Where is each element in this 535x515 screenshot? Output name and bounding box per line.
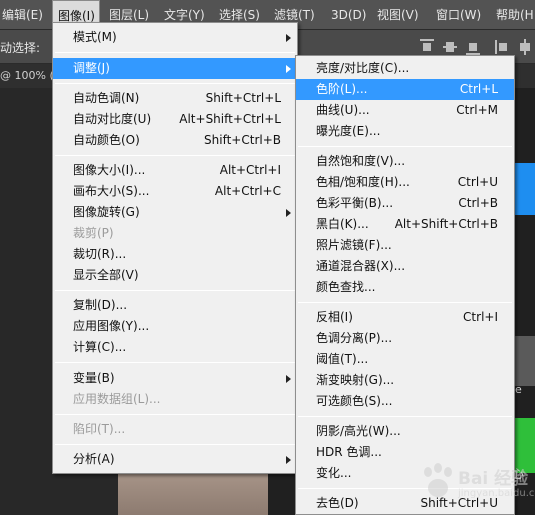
paw-logo-icon: [424, 463, 452, 497]
submenu-arrow-icon: [286, 456, 291, 464]
side-letter: e: [515, 383, 522, 396]
menu-item-hue-saturation[interactable]: 色相/饱和度(H)... Ctrl+U: [296, 172, 514, 193]
menu-item-shadows-highlights[interactable]: 阴影/高光(W)...: [296, 421, 514, 442]
menu-window[interactable]: 窗口(W): [436, 0, 481, 30]
menu-item-trap: 陷印(T)...: [73, 422, 126, 436]
menu-item-color-lookup[interactable]: 颜色查找...: [296, 277, 514, 298]
document-tab[interactable]: @ 100% (: [0, 69, 54, 82]
align-left-icon[interactable]: [495, 39, 509, 55]
menu-item-gradient-map[interactable]: 渐变映射(G)...: [296, 370, 514, 391]
auto-select-label: 动选择:: [0, 41, 41, 55]
menu-item-duplicate[interactable]: 复制(D)...: [53, 295, 297, 316]
menu-item-selective-color[interactable]: 可选颜色(S)...: [296, 391, 514, 412]
submenu-arrow-icon: [286, 375, 291, 383]
menu-item-adjustments[interactable]: 调整(J): [53, 58, 297, 79]
menu-item-channel-mixer[interactable]: 通道混合器(X)...: [296, 256, 514, 277]
image-menu-dropdown: 模式(M) 调整(J) 自动色调(N) Shift+Ctrl+L 自动对比度(U)…: [52, 22, 298, 474]
menu-help[interactable]: 帮助(H: [496, 0, 534, 30]
baidu-watermark: Bai 经验 jingyan.baidu.com: [418, 458, 535, 515]
align-vcenter-icon[interactable]: [443, 39, 457, 55]
menu-item-threshold[interactable]: 阈值(T)...: [296, 349, 514, 370]
menu-item-apply-image[interactable]: 应用图像(Y)...: [53, 316, 297, 337]
menu-item-image-rotation[interactable]: 图像旋转(G): [53, 202, 297, 223]
menu-item-image-size[interactable]: 图像大小(I)... Alt+Ctrl+I: [53, 160, 297, 181]
menu-item-canvas-size[interactable]: 画布大小(S)... Alt+Ctrl+C: [53, 181, 297, 202]
align-hcenter-icon[interactable]: [518, 39, 532, 55]
menu-item-levels[interactable]: 色阶(L)... Ctrl+L: [296, 79, 514, 100]
menu-item-invert[interactable]: 反相(I) Ctrl+I: [296, 307, 514, 328]
menu-item-apply-data-set: 应用数据组(L)...: [73, 392, 161, 406]
menu-item-mode[interactable]: 模式(M): [53, 27, 297, 48]
menu-item-photo-filter[interactable]: 照片滤镜(F)...: [296, 235, 514, 256]
menu-item-analysis[interactable]: 分析(A): [53, 449, 297, 470]
menu-item-calculations[interactable]: 计算(C)...: [53, 337, 297, 358]
menu-item-variables[interactable]: 变量(B): [53, 368, 297, 389]
menu-item-auto-contrast[interactable]: 自动对比度(U) Alt+Shift+Ctrl+L: [53, 109, 297, 130]
align-bottom-icon[interactable]: [466, 39, 480, 55]
menu-3d[interactable]: 3D(D): [331, 0, 366, 30]
menu-item-black-white[interactable]: 黑白(K)... Alt+Shift+Ctrl+B: [296, 214, 514, 235]
menu-item-curves[interactable]: 曲线(U)... Ctrl+M: [296, 100, 514, 121]
watermark-url: jingyan.baidu.com: [458, 488, 535, 499]
menu-item-crop: 裁剪(P): [73, 226, 114, 240]
menu-item-trim[interactable]: 裁切(R)...: [53, 244, 297, 265]
align-top-icon[interactable]: [420, 39, 434, 55]
submenu-arrow-icon: [286, 209, 291, 217]
menu-item-auto-color[interactable]: 自动颜色(O) Shift+Ctrl+B: [53, 130, 297, 151]
menu-item-brightness-contrast[interactable]: 亮度/对比度(C)...: [296, 58, 514, 79]
menu-view[interactable]: 视图(V): [377, 0, 419, 30]
watermark-text: Bai 经验: [458, 469, 529, 489]
menu-item-auto-tone[interactable]: 自动色调(N) Shift+Ctrl+L: [53, 88, 297, 109]
menu-item-vibrance[interactable]: 自然饱和度(V)...: [296, 151, 514, 172]
menu-item-reveal-all[interactable]: 显示全部(V): [53, 265, 297, 286]
menu-item-posterize[interactable]: 色调分离(P)...: [296, 328, 514, 349]
adjustments-submenu: 亮度/对比度(C)... 色阶(L)... Ctrl+L 曲线(U)... Ctrl…: [295, 55, 515, 515]
menu-edit[interactable]: 编辑(E): [2, 0, 43, 30]
submenu-arrow-icon: [286, 34, 291, 42]
menu-item-exposure[interactable]: 曝光度(E)...: [296, 121, 514, 142]
menu-item-color-balance[interactable]: 色彩平衡(B)... Ctrl+B: [296, 193, 514, 214]
submenu-arrow-icon: [286, 65, 291, 73]
